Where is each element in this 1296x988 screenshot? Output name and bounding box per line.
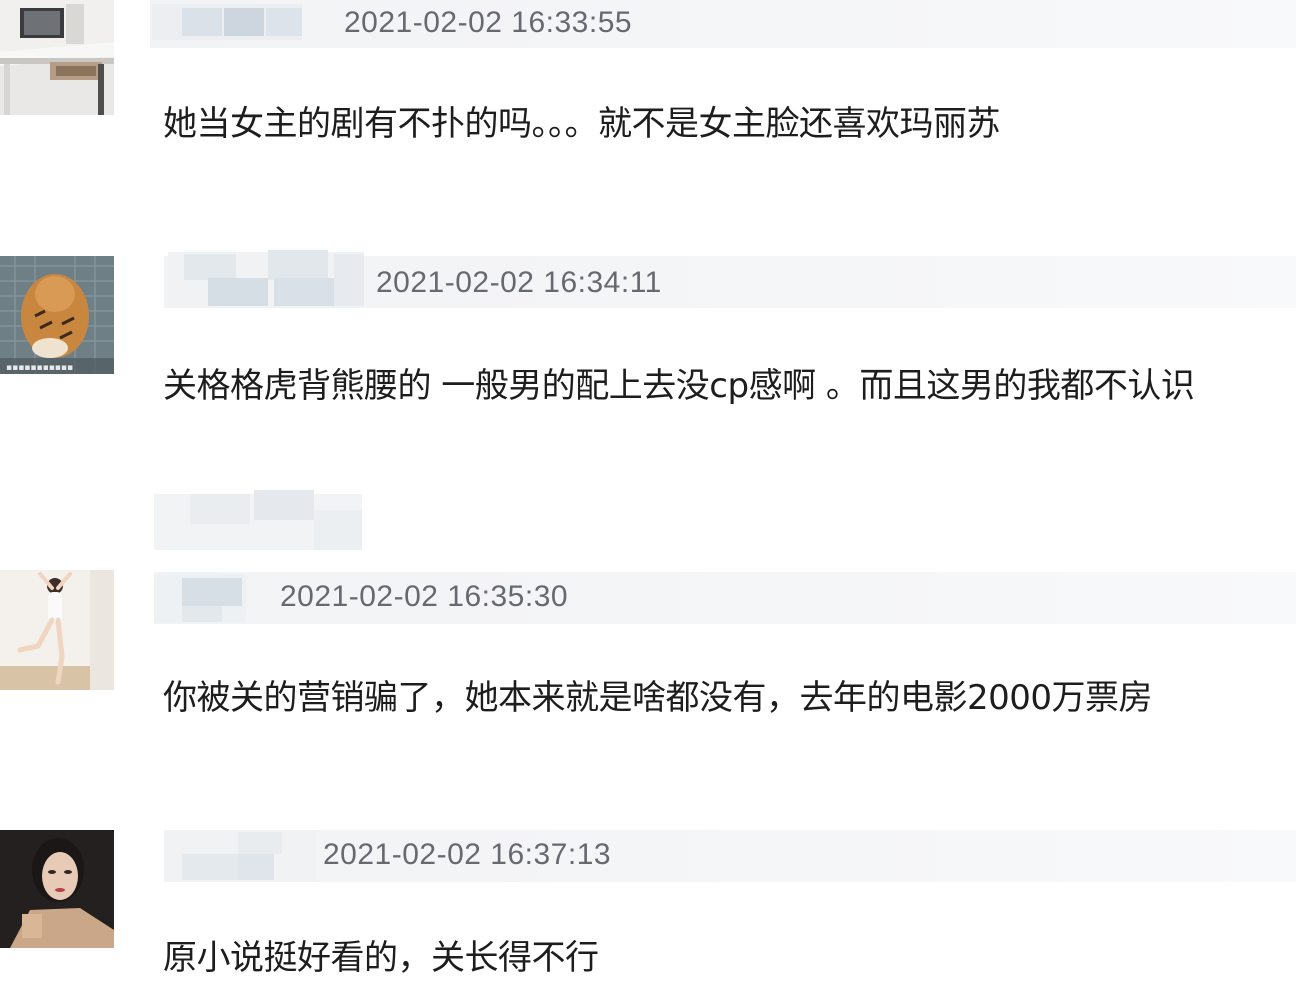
dancer-photo-avatar[interactable] xyxy=(0,570,114,690)
comment-item: 2021-02-02 16:37:13 原小说挺好看的，关长得不行 xyxy=(0,818,1296,988)
username-blurred[interactable] xyxy=(166,822,316,882)
desk-photo-avatar[interactable] xyxy=(0,0,114,115)
comment-timestamp: 2021-02-02 16:35:30 xyxy=(280,580,569,613)
comment-timestamp: 2021-02-02 16:33:55 xyxy=(344,6,633,39)
comment-header xyxy=(150,0,1296,48)
comment-item: 2021-02-02 16:35:30 你被关的营销骗了，她本来就是啥都没有，去… xyxy=(0,560,1296,800)
comment-text: 原小说挺好看的，关长得不行 xyxy=(163,938,599,978)
comment-item: 2021-02-02 16:33:55 她当女主的剧有不扑的吗。。。就不是女主脸… xyxy=(0,0,1296,230)
comment-text: 你被关的营销骗了，她本来就是啥都没有，去年的电影2000万票房 xyxy=(163,678,1153,718)
blurred-block xyxy=(154,490,362,550)
comment-item: ▪▪▪▪▪▪▪▪▪▪▪ 2021-02-02 16:34:11 关格格虎背熊腰的… xyxy=(0,240,1296,480)
comment-text: 她当女主的剧有不扑的吗。。。就不是女主脸还喜欢玛丽苏 xyxy=(163,104,1001,144)
woman-portrait-avatar[interactable] xyxy=(0,830,114,948)
username-blurred[interactable] xyxy=(154,574,246,622)
tiger-photo-avatar[interactable]: ▪▪▪▪▪▪▪▪▪▪▪ xyxy=(0,256,114,374)
comment-timestamp: 2021-02-02 16:34:11 xyxy=(376,266,662,299)
username-blurred[interactable] xyxy=(168,244,364,308)
comment-timestamp: 2021-02-02 16:37:13 xyxy=(323,838,612,871)
comment-feed: 2021-02-02 16:33:55 她当女主的剧有不扑的吗。。。就不是女主脸… xyxy=(0,0,1296,988)
comment-text: 关格格虎背熊腰的 一般男的配上去没cp感啊 。而且这男的我都不认识 xyxy=(163,366,1195,406)
username-blurred[interactable] xyxy=(152,4,302,40)
svg-text:▪▪▪▪▪▪▪▪▪▪▪: ▪▪▪▪▪▪▪▪▪▪▪ xyxy=(6,363,73,373)
